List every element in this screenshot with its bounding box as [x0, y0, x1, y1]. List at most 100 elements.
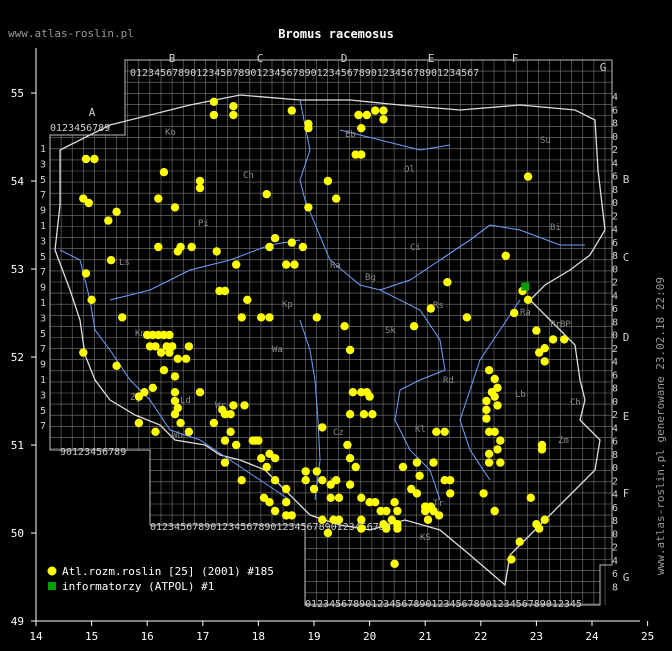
record-point	[345, 480, 355, 489]
x-tick-label: 22	[474, 630, 487, 643]
digit-col-right: 0	[612, 264, 618, 275]
record-point	[379, 106, 388, 115]
record-point	[229, 110, 238, 120]
record-point	[393, 524, 402, 533]
record-point	[348, 388, 358, 397]
record-point	[151, 342, 160, 351]
record-point	[496, 458, 505, 467]
record-point	[165, 348, 174, 357]
border-outline	[54, 94, 606, 587]
record-point	[104, 216, 113, 225]
record-point	[343, 440, 352, 450]
record-point	[345, 345, 355, 355]
record-point	[265, 498, 274, 507]
record-point	[507, 555, 516, 564]
record-point	[304, 203, 313, 212]
record-point	[446, 489, 455, 498]
grid-letter-top: E	[428, 52, 435, 65]
region-code: Ls	[119, 258, 130, 268]
record-point	[368, 410, 377, 419]
region-code: Kp	[282, 300, 293, 310]
record-point	[490, 506, 499, 516]
digit-row-top: 0123456789012345678901234567890123456789…	[130, 68, 479, 79]
record-point	[484, 366, 494, 375]
digit-col-right: 2	[612, 278, 618, 289]
record-point	[220, 286, 230, 296]
record-point	[265, 313, 274, 322]
digit-col-left: 1	[40, 221, 46, 232]
record-point	[523, 172, 533, 181]
record-point	[282, 511, 291, 520]
digit-col-right: 2	[612, 543, 618, 554]
record-point	[532, 326, 541, 335]
generated-note: www.atlas-roslin.pl generowane 23.02.18 …	[654, 277, 667, 575]
y-tick-label: 51	[11, 439, 24, 452]
river-1	[379, 289, 446, 501]
record-point	[318, 476, 327, 485]
digit-col-right: 6	[612, 238, 618, 249]
region-code: Ko	[165, 128, 176, 138]
record-point	[371, 106, 380, 115]
record-point	[382, 506, 391, 516]
y-tick-label: 54	[11, 175, 25, 188]
digit-col-left: 9	[40, 206, 46, 217]
record-point	[323, 176, 333, 186]
legend-informant-marker	[48, 582, 56, 590]
region-code: Pi	[198, 219, 209, 229]
digit-col-right: 4	[612, 490, 618, 501]
record-point	[318, 515, 327, 524]
record-point	[482, 405, 491, 414]
record-point	[226, 427, 235, 436]
record-point	[170, 372, 180, 381]
legend: Atl.rozm.roslin [25] (2001) #185 informa…	[47, 565, 274, 593]
digit-col-left: 3	[40, 390, 46, 401]
record-point	[357, 515, 366, 524]
record-point	[156, 348, 166, 357]
record-point	[387, 515, 396, 524]
digit-col-left: 9	[40, 360, 46, 371]
record-point	[482, 396, 491, 406]
record-point	[118, 313, 127, 322]
digit-col-left: 3	[40, 236, 46, 247]
record-point	[379, 520, 388, 529]
region-code: KS	[420, 533, 431, 543]
record-point	[237, 313, 246, 322]
record-point	[170, 410, 180, 419]
digit-col-right: 0	[612, 132, 618, 143]
region-code: Bg	[365, 273, 376, 283]
digit-col-left: 5	[40, 252, 46, 263]
x-tick-label: 19	[307, 630, 320, 643]
region-code: Sk	[385, 326, 396, 336]
record-point	[434, 511, 444, 520]
digit-col-right: 2	[612, 410, 618, 421]
grid-letter-right: C	[623, 251, 630, 264]
region-code: Ch	[570, 398, 581, 408]
record-point	[496, 436, 505, 445]
record-point	[212, 247, 221, 256]
digit-col-right: 4	[612, 556, 618, 567]
digit-col-right: 2	[612, 145, 618, 156]
region-code: Rd	[443, 376, 454, 386]
digit-col-right: 6	[612, 304, 618, 315]
record-point	[270, 506, 280, 516]
record-point	[112, 207, 121, 216]
legend-informant-label: informatorzy (ATPOL) #1	[62, 580, 214, 593]
record-point	[229, 102, 238, 111]
record-point	[187, 242, 196, 252]
record-point	[209, 97, 219, 107]
record-point	[229, 401, 238, 410]
record-point	[237, 476, 246, 485]
record-point	[482, 414, 491, 423]
digit-col-right: 6	[612, 105, 618, 116]
record-point	[484, 458, 494, 467]
record-point	[173, 354, 182, 363]
river-0	[299, 99, 491, 291]
record-point	[334, 515, 344, 524]
record-point	[371, 498, 380, 507]
record-point	[254, 436, 263, 445]
record-point	[426, 304, 435, 313]
record-point	[362, 110, 371, 120]
record-point	[345, 454, 355, 463]
record-point	[393, 506, 402, 516]
record-point	[170, 203, 180, 212]
